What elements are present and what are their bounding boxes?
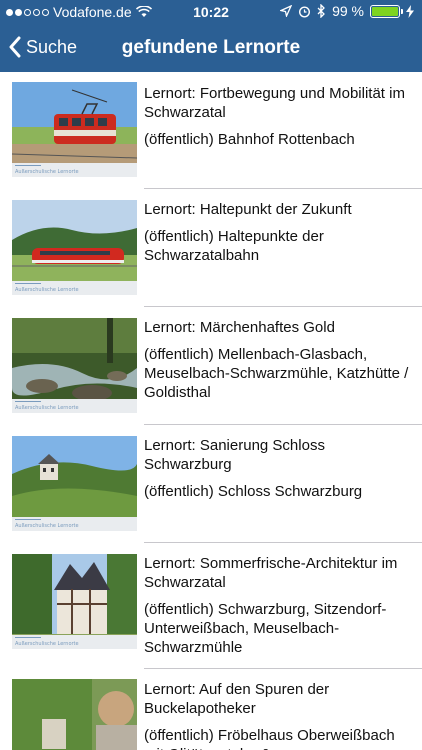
charging-icon [406, 4, 414, 18]
location-arrow-icon [280, 5, 293, 17]
thumbnail-caption: Außerschulische Lernorte [12, 517, 137, 531]
bluetooth-icon [317, 4, 325, 18]
thumbnail-image: Außerschulische Lernorte [12, 554, 137, 649]
list-item[interactable]: Außerschulische Lernorte Lernort: Haltep… [0, 189, 422, 307]
list-item[interactable]: Außerschulische Lernorte Lernort: Fortbe… [0, 72, 422, 189]
list-item-location: (öffentlich) Bahnhof Rottenbach [144, 131, 355, 148]
list-item-location: (öffentlich) Mellenbach-Glasbach, Meusel… [144, 346, 409, 401]
list-item-title: Lernort: Sommerfrische-Architektur im Sc… [144, 555, 398, 591]
list-item-title: Lernort: Haltepunkt der Zukunft [144, 201, 352, 218]
thumbnail-caption: Außerschulische Lernorte [12, 635, 137, 649]
thumbnail-image [12, 679, 137, 750]
alarm-icon [299, 5, 311, 18]
list-item-text: Lernort: Haltepunkt der Zukunft (öffentl… [144, 200, 412, 265]
thumbnail-image: Außerschulische Lernorte [12, 200, 137, 295]
thumbnail-image: Außerschulische Lernorte [12, 318, 137, 413]
list-item[interactable]: Außerschulische Lernorte Lernort: Sanier… [0, 425, 422, 543]
battery-level [372, 6, 398, 16]
list-item-location: (öffentlich) Fröbelhaus Oberweißbach mit… [144, 727, 395, 750]
thumbnail-image: Außerschulische Lernorte [12, 436, 137, 531]
thumbnail-caption: Außerschulische Lernorte [12, 163, 137, 177]
battery-icon [370, 4, 403, 18]
list-item-title: Lernort: Auf den Spuren der Buckelapothe… [144, 681, 330, 717]
list-item-location: (öffentlich) Schwarzburg, Sitzendorf-Unt… [144, 601, 387, 656]
list-item-text: Lernort: Märchenhaftes Gold (öffentlich)… [144, 318, 412, 402]
list-item-text: Lernort: Fortbewegung und Mobilität im S… [144, 84, 412, 149]
list-item[interactable]: Außerschulische Lernorte Lernort: Märche… [0, 307, 422, 425]
lernorte-list: Außerschulische Lernorte Lernort: Fortbe… [0, 72, 422, 750]
thumbnail-image: Außerschulische Lernorte [12, 82, 137, 177]
status-indicators: 99 % [280, 3, 414, 19]
list-item-location: (öffentlich) Schloss Schwarzburg [144, 483, 363, 500]
thumbnail-caption: Außerschulische Lernorte [12, 399, 137, 413]
status-bar: Vodafone.de 10:22 99 % [0, 0, 422, 24]
list-item-text: Lernort: Sommerfrische-Architektur im Sc… [144, 554, 412, 657]
list-item-text: Lernort: Sanierung Schloss Schwarzburg (… [144, 436, 412, 501]
list-item-title: Lernort: Fortbewegung und Mobilität im S… [144, 85, 405, 121]
list-item-title: Lernort: Sanierung Schloss Schwarzburg [144, 437, 325, 473]
thumbnail-caption: Außerschulische Lernorte [12, 281, 137, 295]
list-item[interactable]: Außerschulische Lernorte Lernort: Sommer… [0, 543, 422, 669]
battery-percent: 99 % [332, 3, 364, 19]
list-item[interactable]: Lernort: Auf den Spuren der Buckelapothe… [0, 669, 422, 750]
list-item-text: Lernort: Auf den Spuren der Buckelapothe… [144, 680, 412, 750]
list-item-location: (öffentlich) Haltepunkte der Schwarzatal… [144, 228, 324, 264]
list-item-title: Lernort: Märchenhaftes Gold [144, 319, 335, 336]
navigation-bar: Suche gefundene Lernorte [0, 24, 422, 72]
page-title: gefundene Lernorte [121, 37, 301, 58]
